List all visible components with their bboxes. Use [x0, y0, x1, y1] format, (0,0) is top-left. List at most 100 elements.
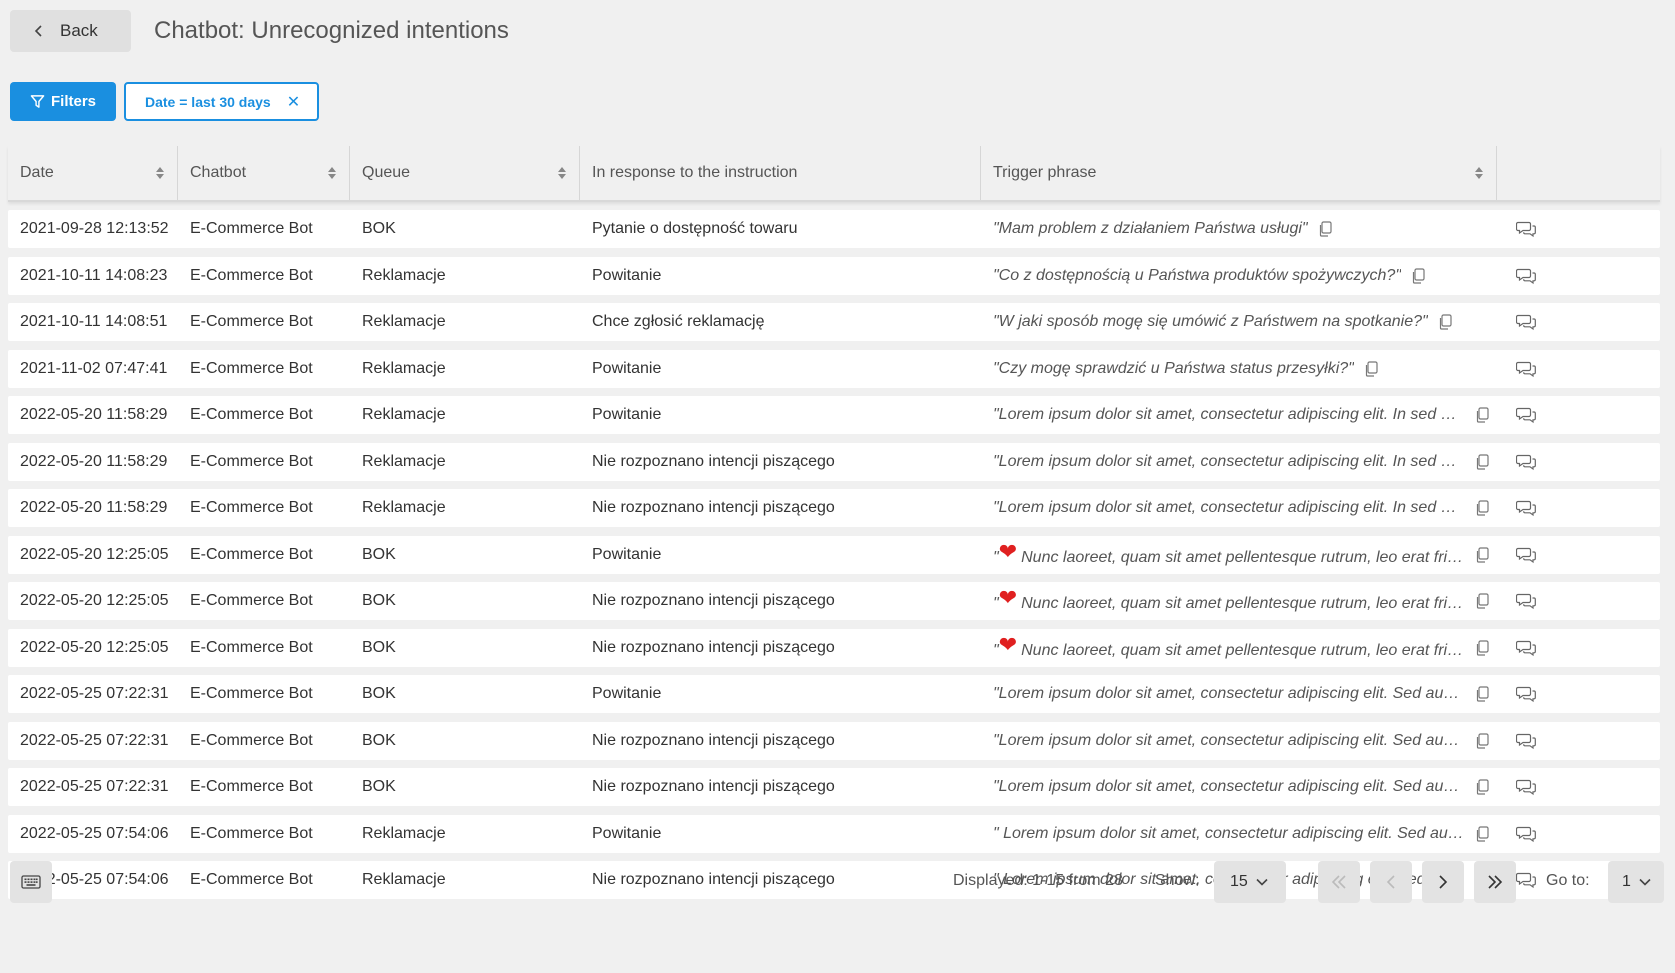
cell-queue: BOK [362, 731, 396, 749]
copy-icon[interactable] [1318, 221, 1332, 237]
table-row[interactable]: 2022-05-25 07:22:31 E-Commerce Bot BOK Nie … [8, 768, 1660, 806]
column-header-chatbot[interactable]: Chatbot [178, 146, 350, 200]
copy-icon[interactable] [1475, 686, 1489, 702]
cell-trigger-phrase: "❤ Nunc laoreet, quam sit amet pellentesq… [981, 635, 1497, 661]
cell-trigger-phrase: "Mam problem z działaniem Państwa usługi… [981, 220, 1497, 238]
copy-icon[interactable] [1475, 546, 1489, 563]
cell-chatbot: E-Commerce Bot [190, 824, 313, 842]
goto-page-select[interactable]: 1 [1608, 861, 1664, 903]
comments-icon[interactable] [1515, 639, 1536, 657]
comments-icon[interactable] [1515, 778, 1536, 796]
copy-icon[interactable] [1475, 825, 1489, 842]
cell-actions [1497, 406, 1554, 424]
sort-icon[interactable] [155, 166, 165, 180]
cell-queue: Reklamacje [362, 406, 446, 423]
table-row[interactable]: 2022-05-25 07:22:31 E-Commerce Bot BOK Nie … [8, 721, 1660, 760]
chevron-right-icon [1439, 875, 1448, 889]
column-header-instruction: In response to the instruction [580, 146, 981, 200]
column-header-trigger-phrase[interactable]: Trigger phrase [981, 146, 1497, 200]
comments-icon[interactable] [1515, 732, 1536, 750]
sort-icon[interactable] [327, 166, 337, 180]
copy-icon[interactable] [1411, 267, 1425, 284]
sort-icon[interactable] [1474, 166, 1484, 180]
table-row[interactable]: 2022-05-20 12:25:05 E-Commerce Bot BOK Nie … [8, 628, 1660, 667]
table-row[interactable]: 2021-09-28 12:13:52 E-Commerce Bot BOK Pyta… [8, 210, 1660, 248]
page-size-select[interactable]: 15 [1214, 861, 1286, 903]
cell-instruction: Nie rozpoznano intencji piszącego [592, 638, 835, 656]
copy-icon[interactable] [1438, 314, 1452, 330]
back-button[interactable]: Back [10, 10, 131, 52]
copy-icon[interactable] [1475, 639, 1489, 656]
next-page-button[interactable] [1422, 861, 1464, 903]
table-row[interactable]: 2022-05-20 11:58:29 E-Commerce Bot Reklama… [8, 489, 1660, 527]
cell-instruction: Powitanie [592, 406, 662, 423]
table-row[interactable]: 2022-05-20 12:25:05 E-Commerce Bot BOK Nie … [8, 582, 1660, 620]
comments-icon[interactable] [1515, 406, 1536, 424]
cell-instruction: Powitanie [592, 266, 662, 284]
trigger-phrase: Nunc laoreet, quam sit amet pellentesque… [1021, 595, 1465, 612]
comments-icon[interactable] [1515, 499, 1536, 517]
comments-icon[interactable] [1515, 592, 1536, 610]
copy-icon[interactable] [1475, 453, 1489, 470]
cell-actions [1497, 267, 1554, 285]
copy-icon[interactable] [1475, 732, 1489, 749]
cell-chatbot: E-Commerce Bot [190, 452, 313, 470]
copy-icon[interactable] [1475, 779, 1489, 795]
cell-actions [1497, 313, 1554, 331]
comments-icon[interactable] [1515, 267, 1536, 285]
filters-button[interactable]: Filters [10, 82, 116, 121]
comments-icon[interactable] [1515, 360, 1536, 378]
first-page-button[interactable] [1318, 861, 1360, 903]
previous-page-button[interactable] [1370, 861, 1412, 903]
column-header-label: Trigger phrase [993, 164, 1097, 181]
table-row[interactable]: 2022-05-20 12:25:05 E-Commerce Bot BOK Powi… [8, 535, 1660, 574]
cell-actions [1497, 453, 1554, 471]
comments-icon[interactable] [1515, 685, 1536, 703]
table-row[interactable]: 2022-05-20 11:58:29 E-Commerce Bot Reklama… [8, 442, 1660, 481]
table-row[interactable]: 2021-10-11 14:08:23 E-Commerce Bot Reklama… [8, 256, 1660, 295]
table-row[interactable]: 2021-11-02 07:47:41 E-Commerce Bot Reklama… [8, 349, 1660, 388]
column-header-queue[interactable]: Queue [350, 146, 580, 200]
cell-trigger-phrase: "W jaki sposób mogę się umówić z Państwe… [981, 313, 1497, 331]
comments-icon[interactable] [1515, 546, 1536, 564]
sort-icon[interactable] [557, 166, 567, 180]
date-filter-chip[interactable]: Date = last 30 days ✕ [124, 82, 319, 121]
cell-chatbot: E-Commerce Bot [190, 266, 313, 284]
cell-queue: BOK [362, 638, 396, 656]
cell-actions [1497, 685, 1554, 703]
quote-mark: " [993, 641, 999, 659]
close-icon[interactable]: ✕ [287, 92, 300, 112]
keyboard-shortcuts-button[interactable] [10, 861, 52, 903]
cell-queue: BOK [362, 778, 396, 795]
cell-date: 2021-10-11 14:08:23 [20, 266, 168, 284]
comments-icon[interactable] [1515, 825, 1536, 843]
table-row[interactable]: 2022-05-25 07:22:31 E-Commerce Bot BOK Powi… [8, 675, 1660, 713]
cell-date: 2022-05-20 11:58:29 [20, 406, 168, 423]
table-row[interactable]: 2022-05-25 07:54:06 E-Commerce Bot Reklama… [8, 814, 1660, 853]
table-row[interactable]: 2022-05-20 11:58:29 E-Commerce Bot Reklama… [8, 396, 1660, 434]
table-row[interactable]: 2021-10-11 14:08:51 E-Commerce Bot Reklama… [8, 303, 1660, 341]
comments-icon[interactable] [1515, 453, 1536, 471]
column-header-date[interactable]: Date [8, 146, 178, 200]
copy-icon[interactable] [1475, 593, 1489, 609]
copy-icon[interactable] [1475, 407, 1489, 423]
cell-actions [1497, 778, 1554, 796]
copy-icon[interactable] [1475, 500, 1489, 516]
pagination-bar: Displayed: 1-15 from 28 Show: 15 Go to: … [0, 860, 1675, 904]
comments-icon[interactable] [1515, 220, 1536, 238]
copy-icon[interactable] [1364, 360, 1378, 377]
cell-chatbot: E-Commerce Bot [190, 359, 313, 377]
filter-icon [30, 95, 45, 108]
chevrons-right-icon [1488, 875, 1503, 889]
cell-date: 2022-05-20 11:58:29 [20, 452, 168, 470]
cell-queue: Reklamacje [362, 824, 446, 842]
comments-icon[interactable] [1515, 313, 1536, 331]
page-title: Chatbot: Unrecognized intentions [154, 17, 509, 44]
cell-date: 2022-05-20 11:58:29 [20, 499, 168, 516]
trigger-phrase: "Lorem ipsum dolor sit amet, consectetur… [993, 406, 1465, 423]
cell-queue: BOK [362, 220, 396, 237]
trigger-phrase: "Lorem ipsum dolor sit amet, consectetur… [993, 731, 1465, 749]
cell-chatbot: E-Commerce Bot [190, 545, 313, 563]
column-header-label: In response to the instruction [592, 164, 798, 181]
last-page-button[interactable] [1474, 861, 1516, 903]
